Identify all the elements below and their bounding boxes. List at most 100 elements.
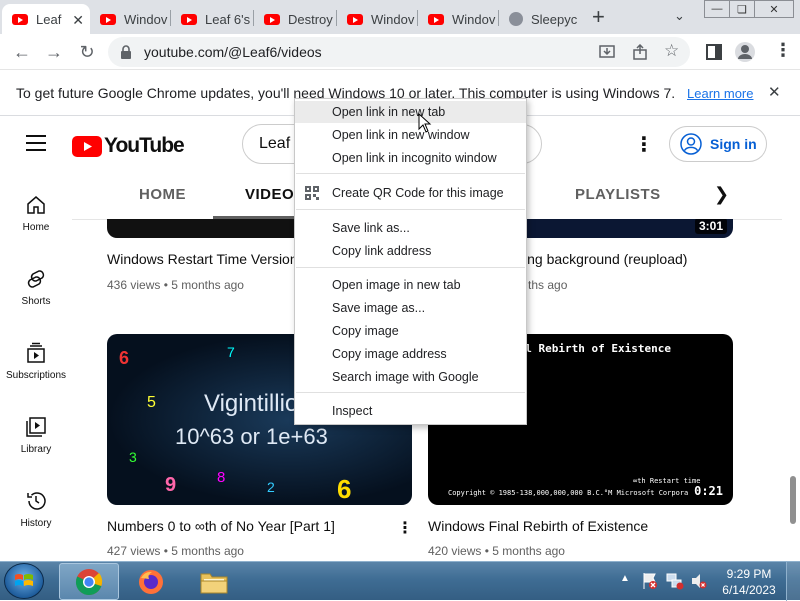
back-button[interactable]: ← xyxy=(10,40,34,64)
taskbar-firefox[interactable] xyxy=(121,563,181,600)
menu-item-copy-image-address[interactable]: Copy image address xyxy=(295,343,526,365)
start-button[interactable] xyxy=(4,563,44,599)
qr-code-icon xyxy=(305,186,319,200)
video-more-icon[interactable]: ⋮ xyxy=(397,518,413,538)
menu-item-open-link-incognito[interactable]: Open link in incognito window xyxy=(295,147,526,169)
tab-title: Windov xyxy=(452,11,496,27)
forward-button[interactable]: → xyxy=(42,40,66,64)
url-text: youtube.com/@Leaf6/videos xyxy=(144,44,322,60)
menu-item-save-link-as[interactable]: Save link as... xyxy=(295,217,526,239)
menu-item-create-qr-code[interactable]: Create QR Code for this image xyxy=(295,182,526,204)
learn-more-link[interactable]: Learn more xyxy=(687,86,753,101)
thumb-text: 10^63 or 1e+63 xyxy=(175,424,328,449)
video-meta: 436 views • 5 months ago xyxy=(107,278,244,292)
menu-item-open-link-new-window[interactable]: Open link in new window xyxy=(295,124,526,146)
windows-taskbar: ▲ 9:29 PM 6/14/2023 xyxy=(0,561,800,601)
context-menu: Open link in new tab Open link in new wi… xyxy=(294,98,527,425)
browser-tab[interactable]: Leaf 6's xyxy=(171,4,253,34)
browser-tab[interactable]: Windov xyxy=(418,4,498,34)
video-title[interactable]: Windows Restart Time Version xyxy=(107,251,298,267)
sidebar-label: Home xyxy=(22,222,50,233)
video-title[interactable]: Numbers 0 to ∞th of No Year [Part 1] xyxy=(107,518,335,534)
youtube-logo[interactable]: YouTube xyxy=(72,134,185,158)
browser-tab[interactable]: Leaf ✕ xyxy=(2,4,90,34)
tab-title: Windov xyxy=(124,11,168,27)
tab-search-chevron-icon[interactable]: ⌄ xyxy=(674,8,685,24)
menu-item-open-link-new-tab[interactable]: Open link in new tab xyxy=(295,101,526,123)
video-meta: 427 views • 5 months ago xyxy=(107,544,244,558)
sidebar-item-home[interactable]: Home xyxy=(0,194,72,233)
close-window-button[interactable]: ✕ xyxy=(754,0,794,18)
windows-logo-icon xyxy=(15,574,33,586)
tray-clock[interactable]: 9:29 PM 6/14/2023 xyxy=(718,566,780,598)
hamburger-menu-icon[interactable] xyxy=(26,135,46,151)
tab-close-icon[interactable]: ✕ xyxy=(72,12,84,29)
infobar-close-icon[interactable]: ✕ xyxy=(768,83,781,101)
browser-tab[interactable]: Destroy xyxy=(254,4,336,34)
tabs-scroll-right-icon[interactable]: ❯ xyxy=(714,184,729,205)
firefox-icon xyxy=(139,569,163,594)
tab-playlists[interactable]: PLAYLISTS xyxy=(575,186,661,203)
tab-title: Windov xyxy=(371,11,415,27)
sidebar-label: Subscriptions xyxy=(5,370,67,381)
tab-home[interactable]: HOME xyxy=(139,186,186,203)
sidebar-item-shorts[interactable]: Shorts xyxy=(0,268,72,307)
menu-item-copy-image[interactable]: Copy image xyxy=(295,320,526,342)
minimize-button[interactable]: — xyxy=(704,0,730,18)
share-icon[interactable] xyxy=(632,44,648,60)
video-title[interactable]: …ing background (reupload) xyxy=(510,251,687,267)
taskbar-chrome[interactable] xyxy=(59,563,119,600)
youtube-favicon-icon xyxy=(12,13,28,25)
sidebar-item-history[interactable]: History xyxy=(0,490,72,529)
tab-title: Leaf xyxy=(36,11,62,27)
search-value: Leaf xyxy=(259,135,291,152)
youtube-favicon-icon xyxy=(347,13,363,25)
youtube-logo-icon xyxy=(72,135,102,157)
sidebar-item-library[interactable]: Library xyxy=(0,416,72,455)
install-icon[interactable] xyxy=(599,44,615,60)
thumb-text: nal Rebirth of Existence xyxy=(512,342,671,355)
reload-button[interactable]: ↻ xyxy=(75,40,99,64)
browser-tab[interactable]: Sleepyc xyxy=(499,4,579,34)
youtube-logo-text: YouTube xyxy=(104,134,185,157)
tray-show-hidden-icon[interactable]: ▲ xyxy=(620,573,630,584)
sidebar-label: Shorts xyxy=(21,296,51,307)
chrome-menu-icon[interactable]: ⋮ xyxy=(774,40,792,61)
youtube-favicon-icon xyxy=(428,13,444,25)
show-desktop-button[interactable] xyxy=(786,562,800,601)
tab-videos-underline xyxy=(213,216,297,219)
youtube-favicon-icon xyxy=(181,13,197,25)
tray-network-icon[interactable] xyxy=(666,572,684,590)
profile-avatar-icon[interactable] xyxy=(734,41,756,63)
restore-button[interactable]: ❏ xyxy=(729,0,755,18)
video-duration: 3:01 xyxy=(694,218,727,234)
side-panel-icon[interactable] xyxy=(706,44,722,60)
sidebar-item-subscriptions[interactable]: Subscriptions xyxy=(0,342,72,381)
taskbar-explorer[interactable] xyxy=(184,563,244,600)
youtube-more-icon[interactable]: ⋮ xyxy=(634,132,654,157)
home-icon xyxy=(27,196,45,214)
bookmark-star-icon[interactable]: ☆ xyxy=(664,41,679,61)
clock-time: 9:29 PM xyxy=(726,567,772,581)
tray-volume-icon[interactable] xyxy=(690,572,708,590)
menu-item-save-image-as[interactable]: Save image as... xyxy=(295,297,526,319)
sign-in-button[interactable]: Sign in xyxy=(669,126,767,162)
tab-strip: Leaf ✕ Windov Leaf 6's Destroy Windov Wi… xyxy=(0,0,800,34)
tab-title: Sleepyc xyxy=(531,11,578,27)
clock-date: 6/14/2023 xyxy=(722,583,776,597)
video-title[interactable]: Windows Final Rebirth of Existence xyxy=(428,518,648,534)
menu-item-search-image-google[interactable]: Search image with Google xyxy=(295,366,526,388)
new-tab-button[interactable]: + xyxy=(592,4,605,30)
menu-item-label: Create QR Code for this image xyxy=(332,186,504,200)
folder-icon xyxy=(200,573,228,593)
tab-title: Leaf 6's xyxy=(205,11,251,27)
address-bar[interactable]: youtube.com/@Leaf6/videos ☆ xyxy=(108,37,690,67)
menu-item-inspect[interactable]: Inspect xyxy=(295,400,526,422)
browser-tab[interactable]: Windov xyxy=(90,4,170,34)
sign-in-label: Sign in xyxy=(710,136,757,152)
menu-item-open-image-new-tab[interactable]: Open image in new tab xyxy=(295,274,526,296)
menu-item-copy-link-address[interactable]: Copy link address xyxy=(295,240,526,262)
browser-tab[interactable]: Windov xyxy=(337,4,417,34)
page-scrollbar-thumb[interactable] xyxy=(790,476,796,524)
tray-action-center-flag-icon[interactable] xyxy=(642,572,658,590)
